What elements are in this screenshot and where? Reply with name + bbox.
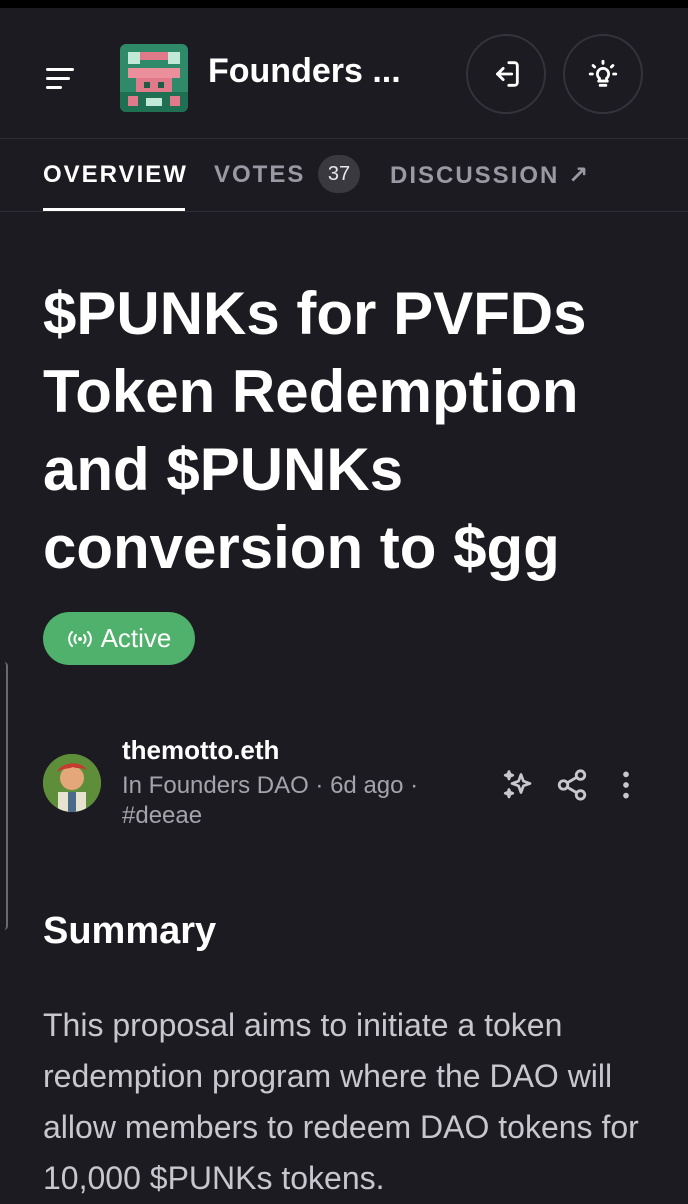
summary-text: This proposal aims to initiate a token r… <box>43 1007 639 1196</box>
logout-button[interactable] <box>466 34 546 114</box>
share-icon <box>557 769 587 801</box>
more-options-button[interactable] <box>606 765 646 805</box>
status-label: Active <box>100 623 172 653</box>
dao-logo[interactable] <box>120 44 188 112</box>
author-meta: In Founders DAO · 6d ago · #deeae <box>122 772 419 829</box>
author-name[interactable]: themotto.eth <box>122 735 279 766</box>
lightbulb-icon <box>588 59 618 87</box>
sparkles-icon <box>503 770 532 799</box>
proposal-title: $PUNKs for PVFDs Token Redemption and $P… <box>43 280 587 581</box>
broadcast-icon <box>67 630 92 647</box>
tabs-divider <box>0 211 688 212</box>
more-vertical-icon <box>623 771 629 799</box>
tab-votes[interactable]: VOTES <box>214 161 305 189</box>
menu-icon <box>46 68 74 71</box>
tab-overview[interactable]: OVERVIEW <box>43 161 188 189</box>
avatar[interactable] <box>43 754 101 812</box>
share-button[interactable] <box>552 765 592 805</box>
dao-title[interactable]: Founders ... <box>208 52 401 91</box>
theme-toggle-button[interactable] <box>563 34 643 114</box>
ai-summary-button[interactable] <box>498 765 538 805</box>
logout-icon <box>496 61 519 87</box>
status-badge: Active <box>43 612 195 665</box>
top-edge <box>0 0 688 8</box>
app-header: Founders ... <box>0 8 688 138</box>
tab-discussion[interactable]: DISCUSSION ↗ <box>390 161 590 190</box>
summary-heading: Summary <box>43 910 217 952</box>
votes-count-badge: 37 <box>318 155 360 193</box>
side-edge-handle <box>0 662 8 930</box>
menu-button[interactable] <box>40 60 80 100</box>
